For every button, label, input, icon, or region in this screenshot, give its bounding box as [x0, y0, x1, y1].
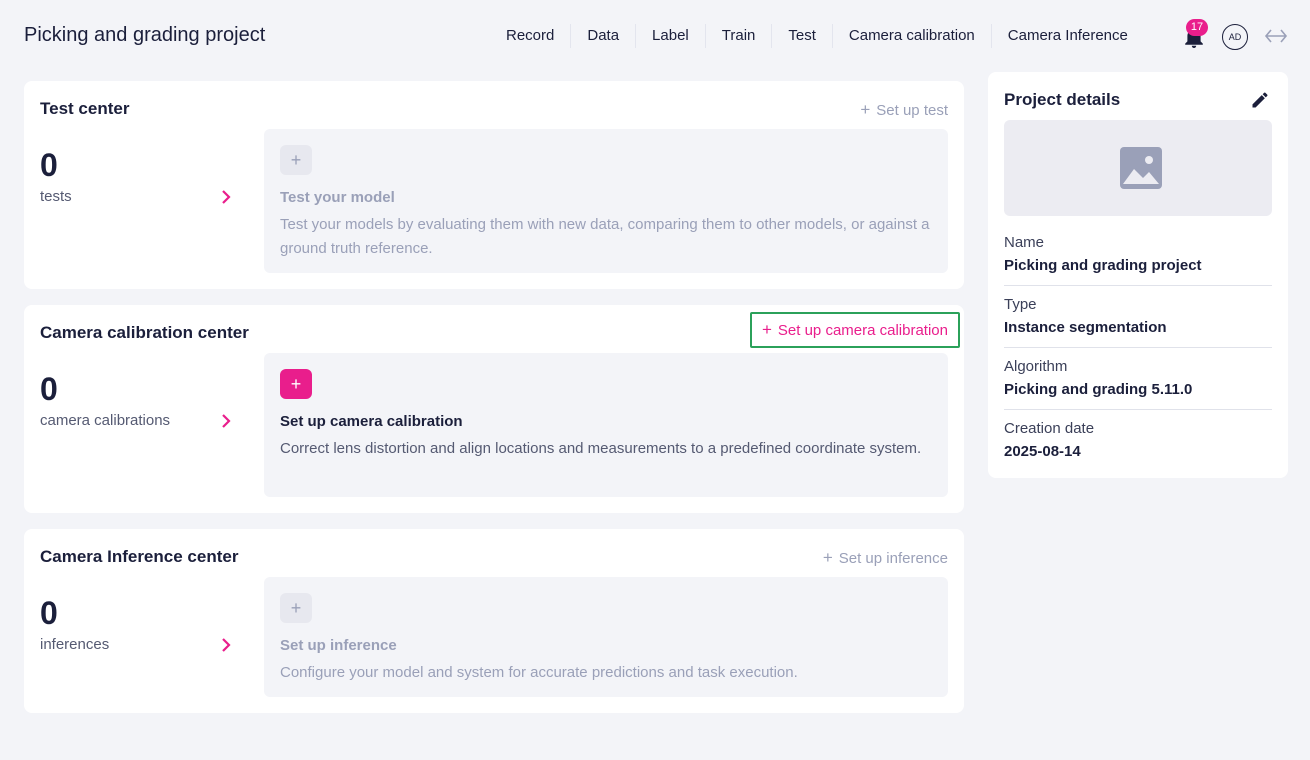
pencil-icon[interactable] — [1250, 90, 1270, 110]
divider — [1004, 285, 1272, 286]
plus-icon: + — [761, 320, 772, 339]
test-center-card: Test center + Set up test 0 tests + Test … — [24, 81, 964, 289]
field-algorithm: Algorithm Picking and grading 5.11.0 — [1004, 358, 1272, 398]
notification-badge: 17 — [1186, 19, 1208, 36]
field-type: Type Instance segmentation — [1004, 296, 1272, 336]
add-camera-calibration-button[interactable]: + — [280, 369, 312, 399]
add-inference-button[interactable]: + — [280, 593, 312, 623]
nav-test[interactable]: Test — [771, 24, 832, 48]
calibrations-count: 0 — [40, 371, 58, 407]
empty-state-description: Correct lens distortion and align locati… — [280, 440, 922, 457]
project-details-panel: Project details Name Picking and grading… — [988, 72, 1288, 478]
chevron-right-icon[interactable] — [220, 189, 232, 205]
divider — [1004, 409, 1272, 410]
empty-state-panel: + Set up camera calibration Correct lens… — [264, 353, 948, 497]
empty-state-description: Configure your model and system for accu… — [280, 664, 798, 681]
field-label: Algorithm — [1004, 358, 1068, 375]
field-label: Creation date — [1004, 420, 1095, 437]
empty-state-description: Test your models by evaluating them with… — [280, 216, 930, 257]
nav-train[interactable]: Train — [704, 24, 772, 48]
empty-state-title: Set up inference — [280, 637, 397, 654]
nav-camera-calibration[interactable]: Camera calibration — [831, 24, 991, 48]
avatar[interactable]: AD — [1222, 24, 1248, 50]
empty-state-panel: + Set up inference Configure your model … — [264, 577, 948, 697]
field-name: Name Picking and grading project — [1004, 234, 1272, 274]
empty-state-title: Test your model — [280, 189, 395, 206]
set-up-test-button[interactable]: + Set up test — [860, 100, 948, 120]
camera-inference-center-card: Camera Inference center + Set up inferenc… — [24, 529, 964, 713]
image-placeholder-icon — [1120, 147, 1162, 189]
inferences-count-label: inferences — [40, 636, 110, 653]
nav-data[interactable]: Data — [570, 24, 635, 48]
tests-count-label: tests — [40, 188, 72, 205]
panel-title: Project details — [1004, 90, 1121, 109]
field-value: Picking and grading 5.11.0 — [1004, 381, 1193, 398]
plus-icon: + — [860, 100, 871, 119]
tests-count: 0 — [40, 147, 58, 183]
page-title: Picking and grading project — [24, 24, 266, 46]
field-creation-date: Creation date 2025-08-14 — [1004, 420, 1272, 460]
divider — [1004, 347, 1272, 348]
empty-state-panel: + Test your model Test your models by ev… — [264, 129, 948, 273]
field-label: Name — [1004, 234, 1045, 251]
empty-state-title: Set up camera calibration — [280, 413, 463, 430]
project-thumbnail — [1004, 120, 1272, 216]
card-title: Camera Inference center — [40, 547, 239, 566]
plus-icon: + — [822, 548, 833, 567]
calibrations-count-label: camera calibrations — [40, 412, 171, 429]
expand-icon[interactable] — [1264, 26, 1288, 46]
main-nav: Record Data Label Train Test Camera cali… — [490, 24, 1144, 48]
top-bar: Picking and grading project Record Data … — [0, 0, 1310, 72]
set-up-camera-calibration-link[interactable]: + Set up camera calibration — [749, 312, 960, 348]
chevron-right-icon[interactable] — [220, 637, 232, 653]
set-up-inference-button[interactable]: + Set up inference — [823, 548, 948, 568]
nav-camera-inference[interactable]: Camera Inference — [990, 24, 1144, 48]
card-title: Test center — [40, 99, 130, 118]
add-test-button[interactable]: + — [280, 145, 312, 175]
field-value: 2025-08-14 — [1004, 443, 1081, 460]
field-label: Type — [1004, 296, 1037, 313]
field-value: Instance segmentation — [1004, 319, 1167, 336]
camera-calibration-center-card: Camera calibration center + Set up camera… — [24, 305, 964, 513]
nav-label[interactable]: Label — [635, 24, 705, 48]
card-title: Camera calibration center — [40, 323, 249, 342]
field-value: Picking and grading project — [1004, 257, 1202, 274]
chevron-right-icon[interactable] — [220, 413, 232, 429]
nav-record[interactable]: Record — [490, 24, 570, 48]
inferences-count: 0 — [40, 595, 58, 631]
